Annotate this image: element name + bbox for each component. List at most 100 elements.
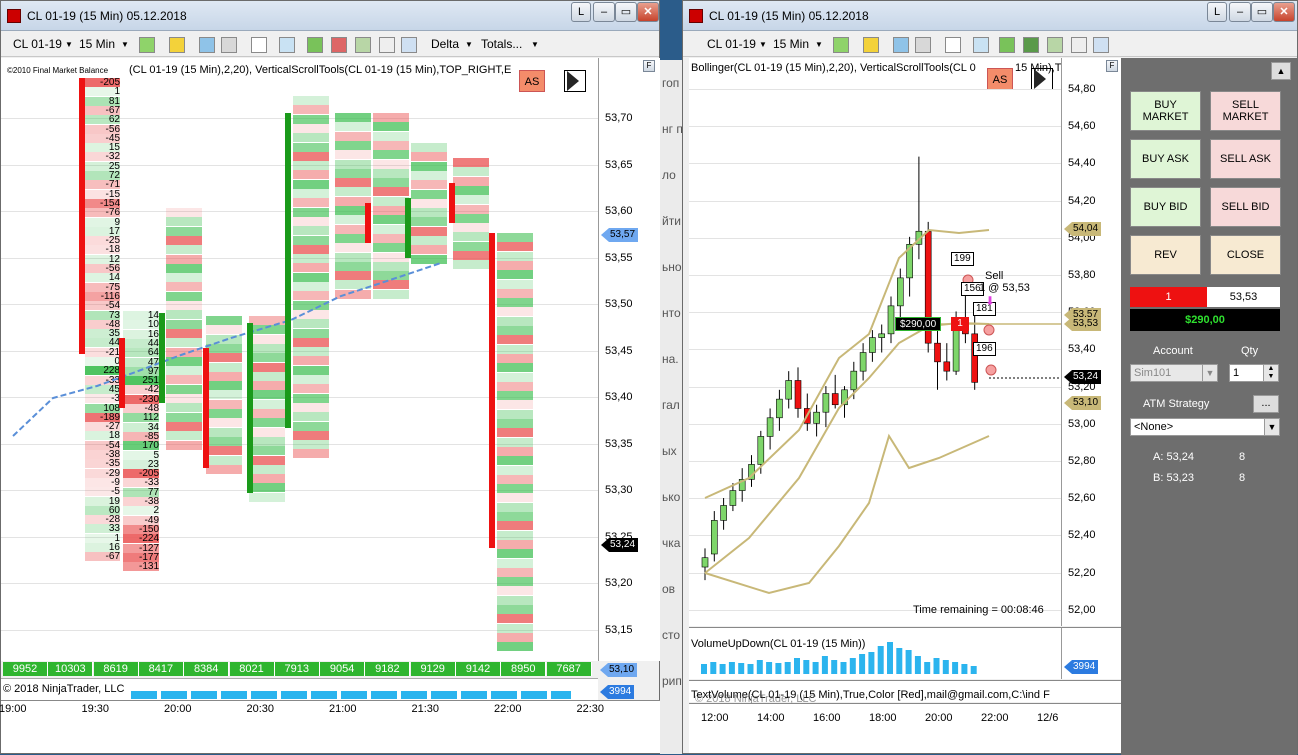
qty-stepper[interactable]: 1 ▲ ▼: [1229, 364, 1279, 382]
right-snapshot-icon[interactable]: [1071, 37, 1087, 53]
right-minimize-button[interactable]: –: [1229, 2, 1251, 22]
sell-execution-price: 1 @ 53,53: [979, 282, 1030, 294]
right-close-button[interactable]: ✕: [1273, 2, 1295, 22]
right-interval-dropdown-icon[interactable]: ▼: [815, 40, 823, 49]
right-pointer-icon[interactable]: [945, 37, 961, 53]
interval-dropdown-icon[interactable]: ▼: [121, 40, 129, 49]
left-maximize-button[interactable]: ▭: [615, 2, 637, 22]
left-x-tick[interactable]: 21:30: [412, 703, 440, 715]
sell-market-button[interactable]: SELL MARKET: [1210, 91, 1281, 131]
zoom-icon[interactable]: [279, 37, 295, 53]
right-global-crosshair-icon[interactable]: [915, 37, 931, 53]
left-f-button[interactable]: F: [643, 60, 655, 72]
volume-bar: [821, 656, 828, 674]
right-x-tick[interactable]: 12:00: [701, 712, 729, 724]
right-bar-style-icon[interactable]: [833, 37, 849, 53]
position-qty-text: 1: [957, 318, 963, 329]
right-x-axis[interactable]: 12:00 14:00 16:00 18:00 20:00 22:00 12/6: [689, 703, 1121, 753]
right-strategies-icon[interactable]: [1023, 37, 1039, 53]
right-zoom-icon[interactable]: [973, 37, 989, 53]
background-text: ов: [662, 582, 676, 596]
volume-bar: [803, 660, 810, 674]
account-dropdown-icon[interactable]: ▼: [1202, 365, 1217, 381]
right-chart-properties-icon[interactable]: [1047, 37, 1063, 53]
buy-market-button[interactable]: BUY MARKET: [1130, 91, 1201, 131]
left-x-axis[interactable]: 19:00 19:30 20:00 20:30 21:00 21:30 22:00 22:30: [0, 700, 660, 753]
data-box-icon[interactable]: [401, 37, 417, 53]
right-instrument-dropdown-icon[interactable]: ▼: [759, 40, 767, 49]
rev-button[interactable]: REV: [1130, 235, 1201, 275]
right-x-tick[interactable]: 20:00: [925, 712, 953, 724]
right-f-button[interactable]: F: [1106, 60, 1118, 72]
background-text: гал: [662, 398, 680, 412]
atm-dropdown-icon[interactable]: ▼: [1264, 419, 1279, 435]
panel-collapse-button[interactable]: ▲: [1271, 62, 1291, 80]
atm-strategy-select[interactable]: <None> ▼: [1130, 418, 1280, 436]
qty-label: Qty: [1241, 345, 1259, 357]
right-y-axis[interactable]: F 54,8054,6054,4054,2054,0053,8053,6053,…: [1061, 58, 1121, 626]
left-mode-select[interactable]: Delta: [431, 37, 459, 51]
right-x-tick[interactable]: 16:00: [813, 712, 841, 724]
pencil-icon[interactable]: [169, 37, 185, 53]
qty-spin-icon[interactable]: ▲ ▼: [1263, 365, 1278, 381]
left-interval-select[interactable]: 15 Min: [79, 37, 115, 51]
right-x-tick[interactable]: 22:00: [981, 712, 1009, 724]
instrument-dropdown-icon[interactable]: ▼: [65, 40, 73, 49]
totals-dropdown-icon[interactable]: ▼: [531, 40, 539, 49]
left-instrument-select[interactable]: CL 01-19: [13, 37, 62, 51]
strategies-icon[interactable]: [331, 37, 347, 53]
left-x-tick[interactable]: 22:30: [577, 703, 605, 715]
sell-ask-button[interactable]: SELL ASK: [1210, 139, 1281, 179]
candle-body: [729, 490, 737, 506]
right-x-tick[interactable]: 18:00: [869, 712, 897, 724]
left-pin-button[interactable]: L: [571, 2, 591, 22]
buy-ask-button[interactable]: BUY ASK: [1130, 139, 1201, 179]
right-y-tick: 52,00: [1068, 603, 1096, 616]
right-x-tick[interactable]: 14:00: [757, 712, 785, 724]
chart-properties-icon[interactable]: [355, 37, 371, 53]
left-x-tick[interactable]: 21:00: [329, 703, 357, 715]
indicators-icon[interactable]: [307, 37, 323, 53]
right-titlebar[interactable]: CL 01-19 (15 Min) 05.12.2018 L – ▭ ✕: [683, 1, 1297, 31]
snapshot-icon[interactable]: [379, 37, 395, 53]
mode-dropdown-icon[interactable]: ▼: [465, 40, 473, 49]
crosshair-icon[interactable]: [199, 37, 215, 53]
sell-bid-button[interactable]: SELL BID: [1210, 187, 1281, 227]
right-x-tick[interactable]: 12/6: [1037, 712, 1058, 724]
right-pin-button[interactable]: L: [1207, 2, 1227, 22]
left-current-price-tag: 53,57: [601, 228, 639, 242]
text-volume-panel: TextVolume(CL 01-19 (15 Min),True,Color …: [689, 680, 1121, 705]
right-pencil-icon[interactable]: [863, 37, 879, 53]
position-qty-marker[interactable]: 1: [951, 317, 969, 331]
right-crosshair-icon[interactable]: [893, 37, 909, 53]
left-x-tick[interactable]: 19:00: [0, 703, 27, 715]
left-close-button[interactable]: ✕: [637, 2, 659, 22]
left-x-tick[interactable]: 20:30: [247, 703, 275, 715]
left-minimize-button[interactable]: –: [593, 2, 615, 22]
right-indicators-icon[interactable]: [999, 37, 1015, 53]
left-x-tick[interactable]: 19:30: [82, 703, 110, 715]
rev-label: REV: [1154, 249, 1177, 261]
left-x-tick[interactable]: 22:00: [494, 703, 522, 715]
atm-options-button[interactable]: ...: [1253, 395, 1279, 413]
right-data-box-icon[interactable]: [1093, 37, 1109, 53]
background-text: йти: [662, 214, 681, 228]
bar-style-icon[interactable]: [139, 37, 155, 53]
buy-bid-button[interactable]: BUY BID: [1130, 187, 1201, 227]
left-totals-select[interactable]: Totals...: [481, 37, 522, 51]
lower-band-tag: 53,10: [1064, 396, 1102, 410]
account-select[interactable]: Sim101 ▼: [1130, 364, 1218, 382]
left-x-tick[interactable]: 20:00: [164, 703, 192, 715]
right-instrument-select[interactable]: CL 01-19: [707, 37, 756, 51]
global-crosshair-icon[interactable]: [221, 37, 237, 53]
left-titlebar[interactable]: CL 01-19 (15 Min) 05.12.2018 L – ▭ ✕: [1, 1, 659, 31]
left-y-axis[interactable]: F 53,70 53,65 53,60 53,55 53,50 53,45 53,40 53,…: [598, 58, 660, 661]
left-chart-area[interactable]: ©2010 Final Market Balance (CL 01-19 (15…: [1, 58, 598, 661]
pointer-icon[interactable]: [251, 37, 267, 53]
close-position-button[interactable]: CLOSE: [1210, 235, 1281, 275]
right-interval-select[interactable]: 15 Min: [773, 37, 809, 51]
right-chart-area[interactable]: Bollinger(CL 01-19 (15 Min),2,20), Verti…: [689, 58, 1061, 626]
down-bar: [489, 233, 495, 548]
right-maximize-button[interactable]: ▭: [1251, 2, 1273, 22]
pnl-marker[interactable]: $290,00: [895, 317, 942, 331]
